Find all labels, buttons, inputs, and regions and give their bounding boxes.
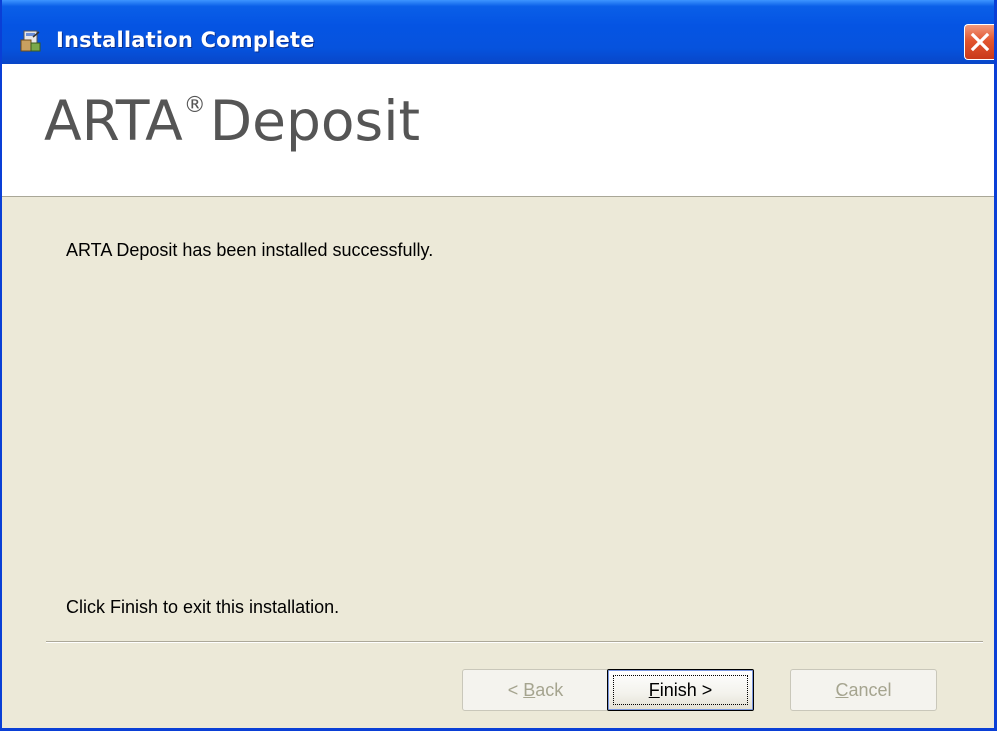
close-icon [970, 32, 990, 52]
back-prefix: < [507, 680, 524, 700]
installer-window: Installation Complete ARTA®Deposit ARTA … [0, 0, 997, 731]
close-button[interactable] [964, 24, 994, 60]
cancel-label-rest: ancel [848, 680, 892, 700]
finish-button[interactable]: Finish > [607, 669, 754, 711]
title-bar[interactable]: Installation Complete [2, 0, 994, 64]
cancel-mnemonic: C [835, 680, 849, 700]
back-button[interactable]: < Back [462, 669, 609, 711]
installer-icon [20, 30, 41, 52]
back-label-rest: ack [535, 680, 564, 700]
registered-mark: ® [183, 93, 206, 118]
banner: ARTA®Deposit [2, 64, 994, 197]
separator [46, 641, 983, 643]
exit-instruction: Click Finish to exit this installation. [66, 597, 340, 617]
back-mnemonic: B [523, 680, 536, 700]
window-title: Installation Complete [56, 28, 315, 52]
cancel-button[interactable]: Cancel [790, 669, 937, 711]
success-message: ARTA Deposit has been installed successf… [66, 240, 434, 260]
product-suffix: Deposit [209, 89, 421, 153]
product-title: ARTA®Deposit [44, 94, 420, 149]
focus-ring [613, 675, 748, 705]
product-name: ARTA [44, 89, 183, 153]
